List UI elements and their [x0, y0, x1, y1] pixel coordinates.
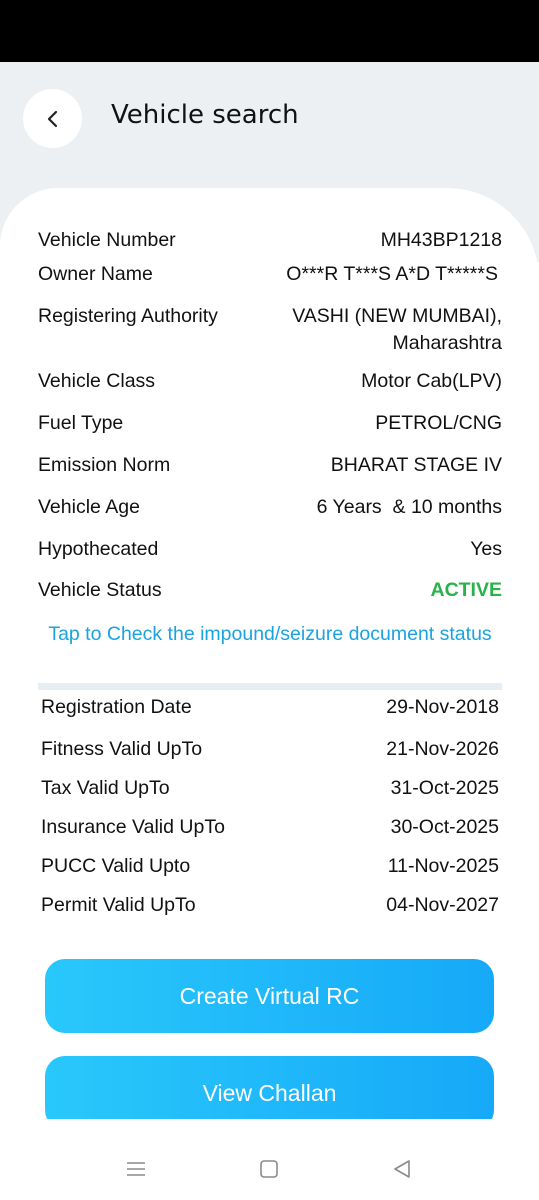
detail-value: O***R T***S A*D T*****S	[286, 263, 498, 285]
detail-value: Motor Cab(LPV)	[361, 370, 502, 392]
detail-label: Vehicle Class	[38, 370, 156, 392]
validity-label: PUCC Valid Upto	[41, 855, 191, 877]
create-virtual-rc-button[interactable]: Create Virtual RC	[45, 959, 494, 1033]
validity-value: 31-Oct-2025	[390, 777, 499, 799]
validity-row-pucc: PUCC Valid Upto 11-Nov-2025	[41, 853, 499, 880]
page-title: Vehicle search	[111, 100, 299, 130]
detail-value: Yes	[470, 538, 502, 560]
nav-home-button[interactable]	[254, 1154, 284, 1184]
menu-icon	[127, 1162, 145, 1176]
validity-row-registration-date: Registration Date 29-Nov-2018	[41, 694, 499, 721]
nav-back-button[interactable]	[387, 1154, 417, 1184]
validity-label: Registration Date	[41, 696, 192, 718]
validity-label: Tax Valid UpTo	[41, 777, 170, 799]
detail-row-vehicle-status: Vehicle Status ACTIVE	[38, 577, 502, 604]
detail-row-hypothecated: Hypothecated Yes	[38, 536, 502, 563]
validity-value: 11-Nov-2025	[387, 855, 499, 877]
chevron-left-icon	[47, 110, 57, 127]
nav-recents-button[interactable]	[121, 1154, 151, 1184]
back-button[interactable]	[23, 89, 82, 148]
validity-value: 21-Nov-2026	[386, 738, 499, 760]
detail-label: Registering Authority	[38, 305, 218, 327]
validity-label: Fitness Valid UpTo	[41, 738, 203, 760]
validity-row-permit: Permit Valid UpTo 04-Nov-2027	[41, 892, 499, 919]
detail-row-fuel-type: Fuel Type PETROL/CNG	[38, 410, 502, 437]
detail-value: BHARAT STAGE IV	[330, 454, 502, 476]
detail-label: Vehicle Number	[38, 229, 176, 251]
detail-row-emission-norm: Emission Norm BHARAT STAGE IV	[38, 452, 502, 479]
validity-row-fitness: Fitness Valid UpTo 21-Nov-2026	[41, 736, 499, 763]
system-navbar	[0, 1140, 539, 1195]
detail-label: Fuel Type	[38, 412, 124, 434]
validity-label: Insurance Valid UpTo	[41, 816, 225, 838]
detail-value: 6 Years & 10 months	[316, 496, 502, 518]
detail-label: Emission Norm	[38, 454, 171, 476]
detail-value: PETROL/CNG	[375, 412, 502, 434]
detail-label: Hypothecated	[38, 538, 159, 560]
detail-row-vehicle-age: Vehicle Age 6 Years & 10 months	[38, 494, 502, 521]
validity-value: 30-Oct-2025	[390, 816, 499, 838]
status-badge: ACTIVE	[430, 579, 502, 601]
triangle-back-icon	[394, 1160, 410, 1178]
section-divider	[38, 683, 502, 690]
validity-row-tax: Tax Valid UpTo 31-Oct-2025	[41, 775, 499, 802]
detail-row-registering-authority: Registering Authority VASHI (NEW MUMBAI)…	[38, 303, 502, 357]
detail-row-vehicle-class: Vehicle Class Motor Cab(LPV)	[38, 368, 502, 395]
detail-row-owner-name: Owner Name O***R T***S A*D T*****S	[38, 261, 502, 288]
detail-label: Vehicle Status	[38, 579, 162, 601]
validity-value: 29-Nov-2018	[386, 696, 499, 718]
impound-status-link[interactable]: Tap to Check the impound/seizure documen…	[38, 621, 502, 648]
detail-label: Owner Name	[38, 263, 153, 285]
validity-row-insurance: Insurance Valid UpTo 30-Oct-2025	[41, 814, 499, 841]
detail-value: VASHI (NEW MUMBAI), Maharashtra	[292, 305, 502, 354]
validity-label: Permit Valid UpTo	[41, 894, 196, 916]
status-bar	[0, 0, 539, 62]
validity-value: 04-Nov-2027	[386, 894, 499, 916]
square-icon	[260, 1160, 278, 1178]
detail-row-vehicle-number: Vehicle Number MH43BP1218	[38, 227, 502, 254]
detail-label: Vehicle Age	[38, 496, 140, 518]
detail-value: MH43BP1218	[380, 229, 502, 251]
